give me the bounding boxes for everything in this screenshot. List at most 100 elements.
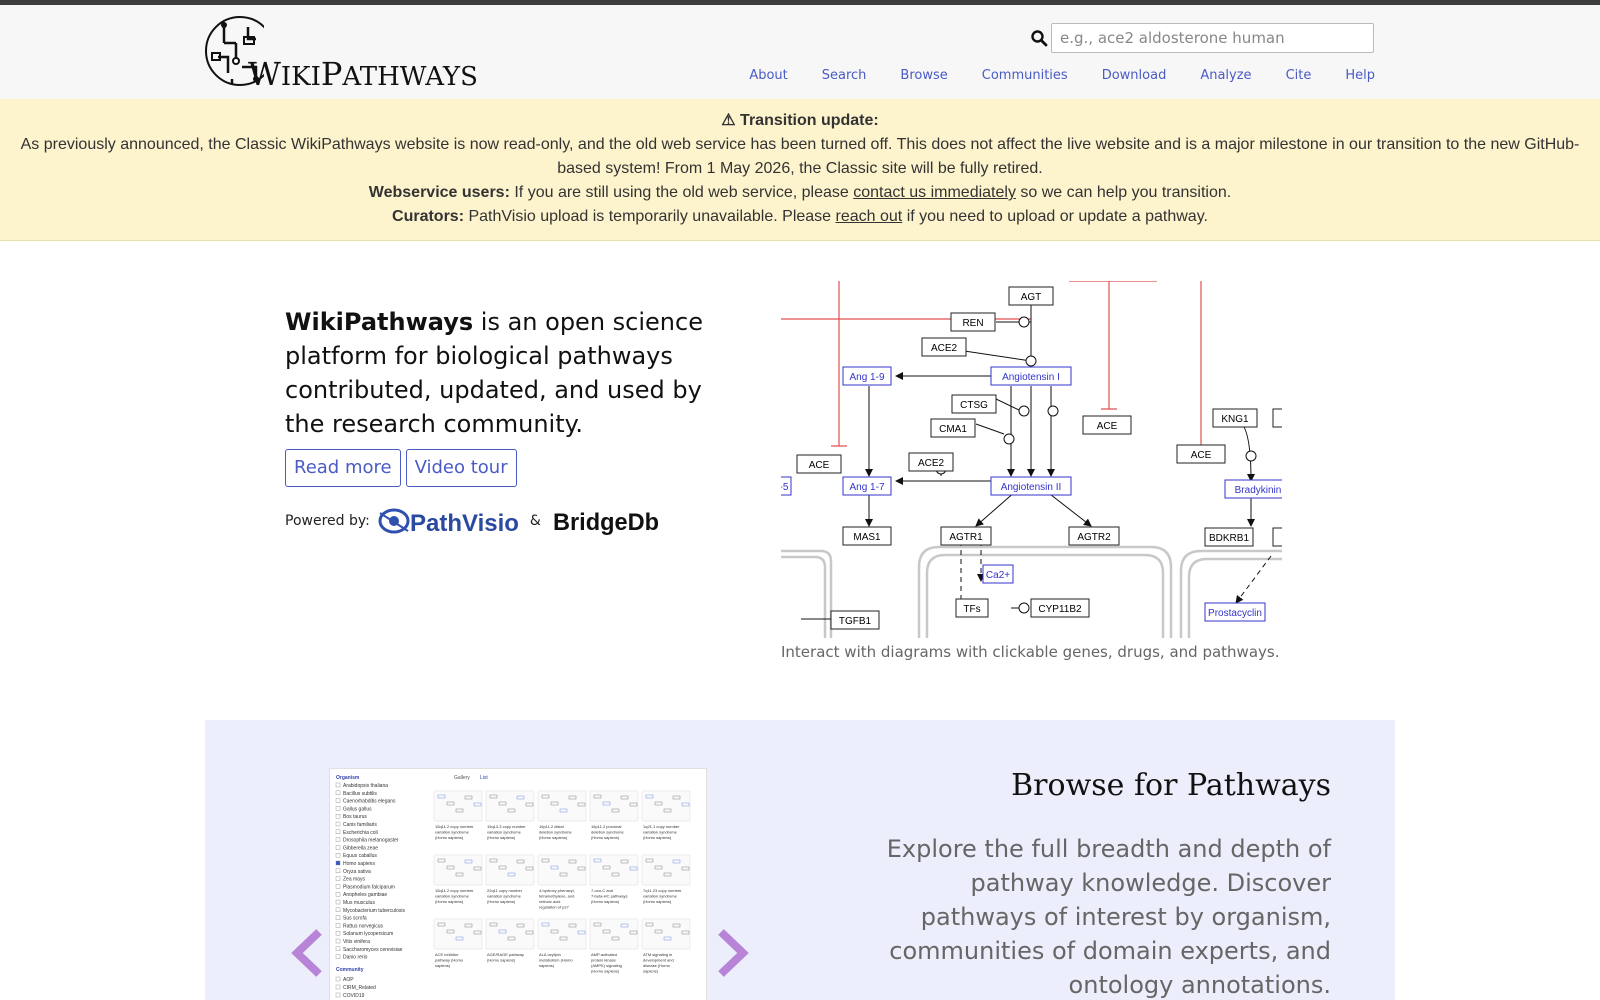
svg-text:pathway (Homo: pathway (Homo <box>435 958 464 963</box>
svg-text:Gallery: Gallery <box>454 775 470 781</box>
wikipathways-logo[interactable]: WIKIPATHWAYS <box>204 13 478 93</box>
svg-text:16p11.2 distal: 16p11.2 distal <box>539 824 564 829</box>
browse-title: Browse for Pathways <box>1011 768 1331 803</box>
organism-checkbox[interactable] <box>335 891 341 897</box>
nav-about[interactable]: About <box>749 68 787 83</box>
pathway-card[interactable]: ATM signaling indevelopment anddisease (… <box>641 918 691 974</box>
pathway-card[interactable]: 4-hydroxy phenacyl,tetramethylene, andre… <box>537 854 587 910</box>
nav-analyze[interactable]: Analyze <box>1200 68 1251 83</box>
organism-checkbox[interactable] <box>335 954 341 959</box>
organism-checkbox[interactable] <box>335 930 341 936</box>
nav-download[interactable]: Download <box>1102 68 1167 83</box>
svg-text:REN: REN <box>962 318 983 329</box>
read-more-button[interactable]: Read more <box>285 449 401 487</box>
organism-checkbox[interactable] <box>335 938 341 944</box>
community-checkbox[interactable] <box>335 992 341 998</box>
organism-label: Escherichia coli <box>343 830 378 836</box>
curators-label: Curators: <box>392 208 465 225</box>
svg-text:(Homo sapiens): (Homo sapiens) <box>643 899 672 904</box>
contact-us-link[interactable]: contact us immediately <box>853 184 1016 201</box>
search-icon[interactable] <box>1030 29 1048 47</box>
organism-checkbox[interactable] <box>335 915 341 920</box>
organism-checkbox[interactable] <box>335 899 341 905</box>
svg-text:AGE/RAGE pathway: AGE/RAGE pathway <box>487 952 524 957</box>
nav-help[interactable]: Help <box>1345 68 1375 83</box>
organism-checkbox[interactable] <box>335 798 341 803</box>
svg-text:AMP-activated: AMP-activated <box>591 952 617 957</box>
organism-checkbox[interactable] <box>335 860 341 866</box>
organism-checkbox[interactable] <box>335 829 341 834</box>
organism-label: Homo sapiens <box>343 861 375 867</box>
pathway-card[interactable]: 16p11.2 distaldeletion syndrome(Homo sap… <box>537 790 587 840</box>
organism-checkbox[interactable] <box>335 845 341 850</box>
carousel-prev-icon[interactable] <box>289 928 329 978</box>
nav-browse[interactable]: Browse <box>900 68 947 83</box>
svg-text:Organism: Organism <box>336 775 360 781</box>
organism-checkbox[interactable] <box>335 806 341 811</box>
browse-shot-svg: Organism Gallery List Arabidopsis thalia… <box>335 775 691 999</box>
svg-text:List: List <box>480 775 488 781</box>
organism-label: Bacillus subtilis <box>343 791 377 797</box>
nav-cite[interactable]: Cite <box>1286 68 1312 83</box>
organism-checkbox[interactable] <box>335 923 341 928</box>
pathway-card[interactable]: 15q11.2 copy numbervariation syndrome(Ho… <box>433 854 483 904</box>
organism-checkbox[interactable] <box>335 814 341 819</box>
pathway-card[interactable]: ALA oxylipinmetabolism (Homosapiens) <box>537 918 587 968</box>
pathway-card[interactable]: ACE inhibitorpathway (Homosapiens) <box>433 918 483 968</box>
organism-checkbox[interactable] <box>335 876 341 881</box>
reach-out-link[interactable]: reach out <box>836 208 903 225</box>
community-checkbox[interactable] <box>335 976 341 982</box>
svg-text:variation syndrome: variation syndrome <box>435 894 470 899</box>
banner-announcement: As previously announced, the Classic Wik… <box>20 136 1580 177</box>
svg-text:BDKRB1: BDKRB1 <box>1209 533 1249 544</box>
organism-label: Plasmodium falciparum <box>343 884 395 890</box>
organism-checkbox[interactable] <box>335 907 341 913</box>
carousel-next-icon[interactable] <box>711 928 751 978</box>
video-tour-button[interactable]: Video tour <box>405 449 517 487</box>
organism-checkbox[interactable] <box>335 821 341 827</box>
organism-label: Drosophila melanogaster <box>343 838 399 844</box>
organism-label: Gibberella zeae <box>343 845 378 851</box>
svg-text:-5: -5 <box>781 482 789 493</box>
svg-text:AGT: AGT <box>1021 292 1042 303</box>
organism-checkbox[interactable] <box>335 790 341 795</box>
svg-text:regulation of p27: regulation of p27 <box>539 905 570 910</box>
svg-text:metabolism (Homo: metabolism (Homo <box>539 958 573 963</box>
pathway-card[interactable]: AMP-activatedprotein kinase(AMPK) signal… <box>589 918 639 974</box>
svg-text:(Homo sapiens): (Homo sapiens) <box>591 969 620 974</box>
pathway-card[interactable]: 15q13.3 copy numbervariation syndrome(Ho… <box>485 790 535 840</box>
organism-checkbox[interactable] <box>335 884 341 889</box>
svg-text:15q11.2 copy number: 15q11.2 copy number <box>435 824 474 829</box>
organism-checkbox[interactable] <box>335 868 341 874</box>
organism-label: Caenorhabditis elegans <box>343 799 396 805</box>
pathway-card[interactable]: 1q21.1 copy numbervariation syndrome(Hom… <box>641 790 691 840</box>
pathway-card[interactable]: 16p11.2 proximaldeletion syndrome(Homo s… <box>589 790 639 840</box>
webservice-label: Webservice users: <box>368 184 510 201</box>
pathway-diagram[interactable]: AGT REN ACE2 Ang 1-9 Angiotensin I CTSG … <box>781 281 1282 638</box>
svg-text:7-oxo-C and: 7-oxo-C and <box>591 888 613 893</box>
organism-checkbox[interactable] <box>335 837 341 842</box>
search-input[interactable] <box>1051 23 1374 53</box>
banner-curators-line: Curators: PathVisio upload is temporaril… <box>0 205 1600 229</box>
svg-text:15q11.2 copy number: 15q11.2 copy number <box>435 888 474 893</box>
svg-text:development and: development and <box>643 958 674 963</box>
organism-checkbox[interactable] <box>335 852 341 858</box>
bridgedb-logo[interactable]: BridgeDb <box>553 506 661 536</box>
pathway-card[interactable]: 7-oxo-C and7-beta-HC pathways(Homo sapie… <box>589 854 639 904</box>
community-label: COVID19 <box>343 993 365 999</box>
nav-communities[interactable]: Communities <box>982 68 1068 83</box>
nav-search[interactable]: Search <box>822 68 867 83</box>
community-checkbox[interactable] <box>335 984 341 990</box>
pathway-card[interactable]: 22q11 copy numbervariation syndrome(Homo… <box>485 854 535 904</box>
pathway-card[interactable]: 15q11.2 copy numbervariation syndrome(Ho… <box>433 790 483 840</box>
pathvisio-logo[interactable]: PathVisio <box>378 503 518 539</box>
svg-text:variation syndrome: variation syndrome <box>643 830 678 835</box>
svg-text:variation syndrome: variation syndrome <box>435 830 470 835</box>
powered-by: Powered by: PathVisio & BridgeDb <box>285 503 661 539</box>
pathway-card[interactable]: AGE/RAGE pathway(Homo sapiens) <box>485 918 535 963</box>
svg-text:CTSG: CTSG <box>960 400 988 411</box>
browse-screenshot[interactable]: Organism Gallery List Arabidopsis thalia… <box>329 768 707 1000</box>
pathway-card[interactable]: 7q11.23 copy numbervariation syndrome(Ho… <box>641 854 691 904</box>
organism-checkbox[interactable] <box>335 946 341 952</box>
organism-checkbox[interactable] <box>335 782 341 788</box>
